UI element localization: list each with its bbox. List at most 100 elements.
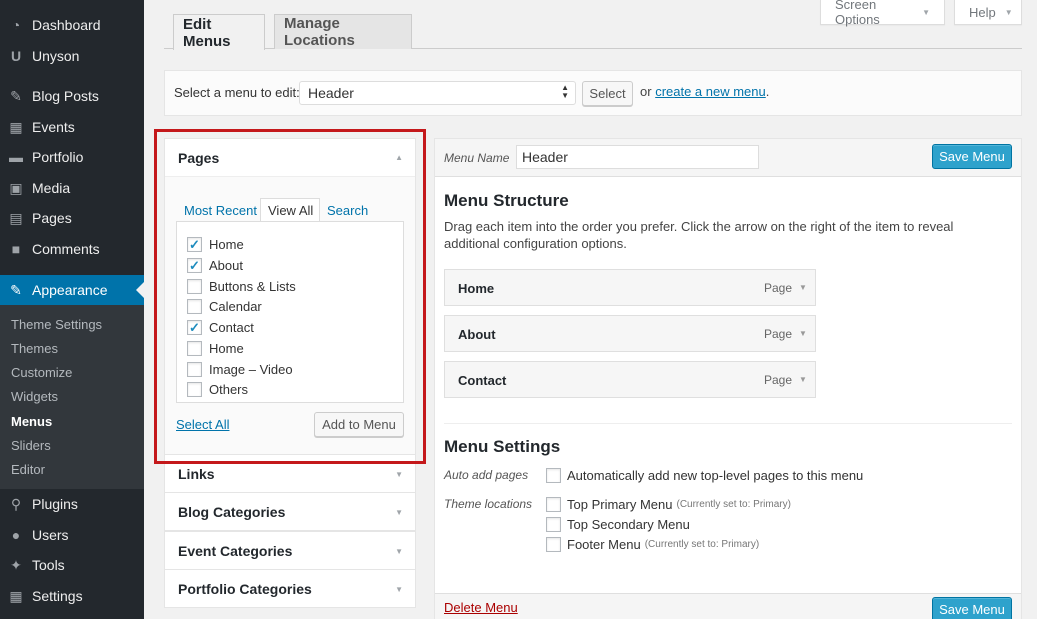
sidebar-item-plugins[interactable]: ⚲ Plugins [0,489,144,519]
menu-item[interactable]: About Page ▼ [444,315,816,352]
sidebar-item-events[interactable]: ▦ Events [0,112,144,142]
create-new-menu-link[interactable]: create a new menu [655,84,766,99]
page-option[interactable]: Image – Video [187,361,293,377]
portfolio-categories-accordion[interactable]: Portfolio Categories ▼ [164,569,416,608]
submenu-themes[interactable]: Themes [11,341,58,356]
page-option-label: Contact [209,319,254,335]
sidebar-item-label: Users [32,527,69,543]
menu-name-input[interactable]: Header [516,145,759,169]
page-option[interactable]: Buttons & Lists [187,278,296,294]
menu-item-title: Home [458,281,495,296]
checkbox[interactable] [187,278,202,294]
page-option-label: Home [209,340,244,356]
save-menu-button-bottom[interactable]: Save Menu [932,597,1012,619]
tab-view-all[interactable]: View All [268,203,313,218]
page-option[interactable]: ✓ About [187,257,243,273]
chevron-down-icon[interactable]: ▼ [799,375,807,384]
menu-item-type: Page [764,327,793,341]
location-label: Top Secondary Menu [567,517,690,532]
pages-accordion-header[interactable]: Pages ▲ [165,139,415,177]
delete-menu-link[interactable]: Delete Menu [444,600,518,615]
checkbox[interactable] [546,537,561,552]
sidebar-item-unyson[interactable]: U Unyson [0,41,144,71]
chevron-down-icon: ▼ [395,508,403,517]
page-option[interactable]: Calendar [187,298,262,314]
submenu-widgets[interactable]: Widgets [11,389,58,404]
help-button[interactable]: Help ▼ [954,0,1022,25]
page-option[interactable]: ✓ Contact [187,319,254,335]
checkbox[interactable] [187,361,202,377]
caret-down-icon: ▼ [922,7,930,17]
sidebar-item-label: Events [32,119,75,135]
sidebar-item-blog-posts[interactable]: ✎ Blog Posts [0,81,144,111]
menu-select-dropdown[interactable]: Header ▲ ▼ [299,81,576,105]
sidebar-item-media[interactable]: ▣ Media [0,173,144,203]
admin-sidebar: ◔ Dashboard U Unyson ✎ Blog Posts ▦ Events ▬… [0,0,144,619]
folder-icon: ▬ [9,149,23,165]
sidebar-item-comments[interactable]: ■ Comments [0,234,144,264]
sidebar-item-label: Portfolio [32,149,84,165]
select-all-link[interactable]: Select All [176,417,229,432]
page-option[interactable]: Home [187,340,244,356]
screen-options-button[interactable]: Screen Options ▼ [820,0,945,27]
unyson-icon: U [10,48,22,64]
sidebar-item-settings[interactable]: ▦ Settings [0,581,144,611]
sidebar-item-dashboard[interactable]: ◔ Dashboard [0,10,144,40]
submenu-theme-settings[interactable]: Theme Settings [11,317,102,332]
checkbox[interactable]: ✓ [187,319,202,335]
page-option[interactable]: ✓ Home [187,236,244,252]
event-categories-accordion[interactable]: Event Categories ▼ [164,531,416,570]
sidebar-item-users[interactable]: ● Users [0,520,144,550]
checkbox[interactable] [546,468,561,483]
submenu-menus[interactable]: Menus [11,414,52,429]
screen-options-label: Screen Options [835,0,880,27]
submenu-sliders[interactable]: Sliders [11,438,51,453]
submenu-editor[interactable]: Editor [11,462,45,477]
checkbox[interactable] [187,340,202,356]
checkbox[interactable] [546,517,561,532]
select-button[interactable]: Select [582,81,633,106]
auto-add-option[interactable]: Automatically add new top-level pages to… [546,468,863,483]
location-option[interactable]: Footer Menu (Currently set to: Primary) [546,537,759,552]
submenu-customize[interactable]: Customize [11,365,72,380]
sidebar-item-portfolio[interactable]: ▬ Portfolio [0,142,144,172]
blog-categories-accordion[interactable]: Blog Categories ▼ [164,492,416,531]
location-option[interactable]: Top Primary Menu (Currently set to: Prima… [546,497,791,512]
checkbox[interactable] [546,497,561,512]
add-to-menu-button[interactable]: Add to Menu [314,412,404,437]
location-option[interactable]: Top Secondary Menu [546,517,690,532]
chevron-up-icon: ▲ [395,153,403,162]
page-option-label: Others [209,381,249,397]
tab-search[interactable]: Search [327,203,368,218]
location-note: (Currently set to: Primary) [644,539,760,550]
auto-add-text: Automatically add new top-level pages to… [567,468,864,483]
menu-name-label: Menu Name [444,151,510,165]
tab-most-recent[interactable]: Most Recent [184,203,257,218]
checkbox[interactable] [187,298,202,314]
checkbox[interactable]: ✓ [187,236,202,252]
sidebar-item-label: Plugins [32,496,78,512]
menu-select-bar: Select a menu to edit: Header ▲ ▼ Select … [164,70,1022,116]
menu-item[interactable]: Home Page ▼ [444,269,816,306]
save-menu-button[interactable]: Save Menu [932,144,1012,169]
tab-edit-menus[interactable]: Edit Menus [173,14,265,50]
tab-manage-locations[interactable]: Manage Locations [274,14,412,49]
sidebar-item-appearance[interactable]: ✎ Appearance [0,275,144,305]
chevron-down-icon: ▼ [395,470,403,479]
checkbox[interactable]: ✓ [187,257,202,273]
page-option-label: Image – Video [209,361,293,377]
sidebar-item-label: Unyson [32,48,80,64]
sidebar-item-pages[interactable]: ▤ Pages [0,203,144,233]
links-accordion[interactable]: Links ▼ [164,454,416,493]
chevron-down-icon[interactable]: ▼ [799,283,807,292]
theme-locations-label: Theme locations [444,497,533,511]
page-option[interactable]: Others [187,381,248,397]
plugins-icon: ⚲ [10,495,22,512]
sidebar-item-tools[interactable]: ✦ Tools [0,550,144,580]
checkbox[interactable] [187,381,202,397]
chevron-down-icon[interactable]: ▼ [799,329,807,338]
menu-item[interactable]: Contact Page ▼ [444,361,816,398]
sidebar-item-label: Appearance [32,282,108,298]
sidebar-item-label: Dashboard [32,17,101,33]
page-option-label: Calendar [209,298,262,314]
